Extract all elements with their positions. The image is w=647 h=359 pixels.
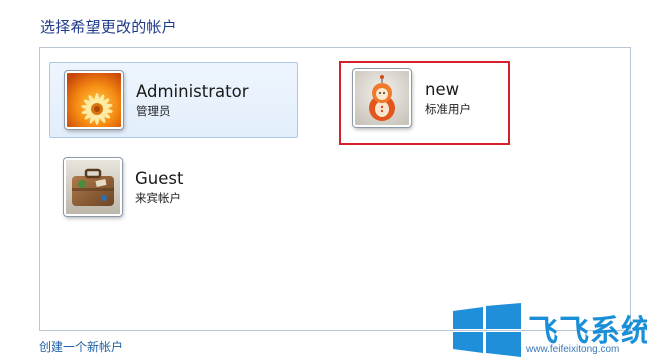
- account-type: 管理员: [136, 104, 171, 118]
- flower-avatar-image: [67, 73, 121, 127]
- page-heading: 选择希望更改的帐户: [40, 18, 177, 36]
- watermark: 飞飞系统 www.feifeixitong.com: [448, 300, 647, 359]
- account-name: Guest: [135, 169, 184, 188]
- account-tile-new[interactable]: new 标准用户: [339, 61, 510, 145]
- suitcase-avatar-image: [66, 160, 120, 214]
- account-tile-guest[interactable]: Guest 来宾帐户: [49, 150, 298, 226]
- watermark-url: www.feifeixitong.com: [526, 344, 620, 355]
- suitcase-avatar: [64, 158, 122, 216]
- account-name: new: [425, 80, 460, 99]
- account-type: 来宾帐户: [135, 191, 181, 205]
- create-account-link[interactable]: 创建一个新帐户: [39, 338, 123, 355]
- account-name: Administrator: [136, 82, 249, 101]
- robot-toy-avatar: [353, 69, 411, 127]
- robot-toy-avatar-image: [355, 71, 409, 125]
- accounts-panel: Administrator 管理员 new 标准用户 Guest 来宾帐户: [39, 47, 631, 331]
- account-tile-administrator[interactable]: Administrator 管理员: [49, 62, 298, 138]
- account-type: 标准用户: [425, 102, 471, 116]
- windows-logo-icon: [453, 303, 521, 357]
- flower-avatar: [65, 71, 123, 129]
